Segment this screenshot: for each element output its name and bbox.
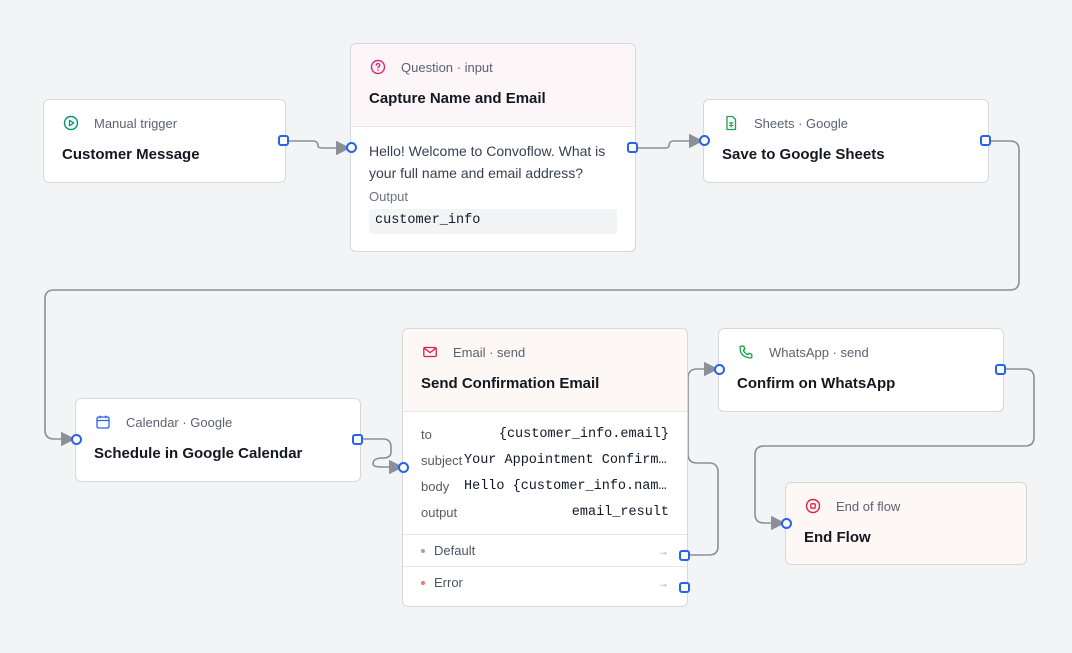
node-title: Save to Google Sheets xyxy=(722,146,885,163)
node-capture-name-email[interactable]: Question · input Capture Name and Email … xyxy=(346,43,638,252)
output-port-default[interactable] xyxy=(679,550,690,561)
edge-capture-to-sheets xyxy=(638,133,704,149)
node-save-google-sheets[interactable]: Sheets · Google Save to Google Sheets xyxy=(699,99,991,183)
node-title: Send Confirmation Email xyxy=(421,375,600,392)
node-kind: Sheets · Google xyxy=(754,115,848,131)
edge-calendar-to-email xyxy=(363,438,404,475)
output-label: Output xyxy=(369,189,409,204)
stop-circle-icon xyxy=(804,497,822,515)
arrow-right-icon: → xyxy=(657,575,669,590)
node-title: Capture Name and Email xyxy=(369,90,546,107)
input-port[interactable] xyxy=(71,434,82,445)
play-circle-icon xyxy=(62,114,80,132)
node-title: Confirm on WhatsApp xyxy=(737,375,896,392)
calendar-icon xyxy=(94,413,112,431)
node-kind: Email · send xyxy=(453,344,526,360)
node-kind: WhatsApp · send xyxy=(769,344,869,360)
node-title: Customer Message xyxy=(62,146,200,163)
node-send-confirmation-email[interactable]: Email · send Send Confirmation Email to{… xyxy=(398,328,690,607)
node-kind: End of flow xyxy=(836,498,901,514)
spreadsheet-icon xyxy=(722,114,740,132)
branch-label: Default xyxy=(434,543,476,558)
input-port[interactable] xyxy=(714,364,725,375)
output-branch-default[interactable]: Default → xyxy=(403,535,687,566)
output-variable: customer_info xyxy=(369,209,617,234)
input-port[interactable] xyxy=(398,462,409,473)
field-row-output: output email_result xyxy=(421,504,669,520)
branch-dot xyxy=(421,548,425,553)
arrow-right-icon: → xyxy=(657,543,669,558)
edge-email-default-to-whatsapp xyxy=(687,361,719,556)
branch-dot xyxy=(421,580,425,585)
node-kind: Manual trigger xyxy=(94,115,178,131)
edge-trigger-to-capture xyxy=(288,140,351,156)
input-port[interactable] xyxy=(781,518,792,529)
input-port[interactable] xyxy=(699,135,710,146)
output-port[interactable] xyxy=(278,135,289,146)
output-port[interactable] xyxy=(352,434,363,445)
field-row-subject: subjectYour Appointment Confirmation xyxy=(421,452,669,468)
question-prompt: Hello! Welcome to Convoflow. What is you… xyxy=(369,143,606,181)
node-confirm-whatsapp[interactable]: WhatsApp · send Confirm on WhatsApp xyxy=(714,328,1006,412)
node-title: Schedule in Google Calendar xyxy=(94,445,303,462)
output-port[interactable] xyxy=(627,142,638,153)
field-row-to: to {customer_info.email} xyxy=(421,426,669,442)
node-end-flow[interactable]: End of flow End Flow xyxy=(781,482,1027,565)
input-port[interactable] xyxy=(346,142,357,153)
node-title: End Flow xyxy=(804,529,871,546)
field-row-body: body Hello {customer_info.name} xyxy=(421,478,669,494)
node-kind: Calendar · Google xyxy=(126,414,233,430)
branch-label: Error xyxy=(434,575,463,590)
phone-icon xyxy=(737,343,755,361)
node-schedule-google-calendar[interactable]: Calendar · Google Schedule in Google Cal… xyxy=(71,398,363,482)
output-port[interactable] xyxy=(995,364,1006,375)
output-port-error[interactable] xyxy=(679,582,690,593)
output-branch-error[interactable]: Error → xyxy=(403,567,687,598)
question-circle-icon xyxy=(369,58,387,76)
node-customer-message[interactable]: Manual trigger Customer Message xyxy=(43,99,289,183)
mail-icon xyxy=(421,343,439,361)
node-kind: Question · input xyxy=(401,59,493,75)
output-port[interactable] xyxy=(980,135,991,146)
